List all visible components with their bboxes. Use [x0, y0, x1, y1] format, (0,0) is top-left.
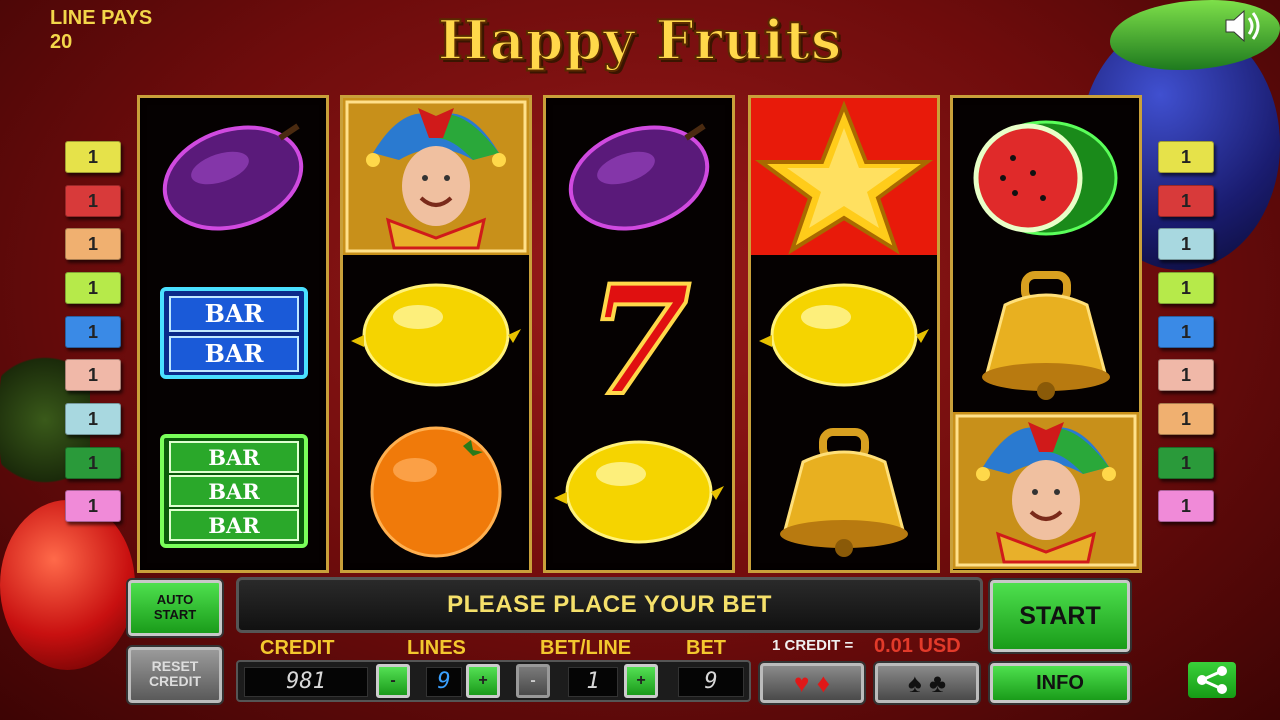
line-indicator-left-6: 1 [65, 359, 121, 391]
status-message: PLEASE PLACE YOUR BET [236, 577, 983, 633]
bar-triple-green-icon: BAR BAR BAR [140, 412, 326, 569]
lines-minus-button[interactable]: - [376, 664, 410, 698]
game-title: Happy Fruits [437, 7, 843, 73]
bar-double-blue-icon: BAR BAR [140, 255, 326, 412]
bet-display: 9 [678, 667, 744, 697]
orange-icon [343, 412, 529, 569]
watermelon-icon [953, 98, 1139, 255]
lines-display: 9 [426, 667, 462, 697]
line-indicator-left-3: 1 [65, 228, 121, 260]
line-indicator-left-8: 1 [65, 447, 121, 479]
line-indicator-left-1: 1 [65, 141, 121, 173]
share-icon[interactable] [1188, 662, 1236, 698]
heart-diamond-icon: ♥ ♦ [794, 668, 830, 698]
line-indicator-right-4: 1 [1158, 272, 1214, 304]
svg-text:7: 7 [587, 255, 691, 412]
bell-icon [751, 412, 937, 569]
betline-minus-button[interactable]: - [516, 664, 550, 698]
speaker-icon[interactable] [1222, 6, 1266, 46]
line-indicator-left-2: 1 [65, 185, 121, 217]
betline-display: 1 [568, 667, 618, 697]
lemon-icon [751, 255, 937, 412]
reel-1: BAR BAR BAR BAR BAR [137, 95, 329, 573]
credit-rate-value: 0.01 USD [874, 635, 961, 657]
jester-icon [343, 98, 529, 255]
line-indicator-right-3: 1 [1158, 228, 1214, 260]
svg-text:BAR: BAR [208, 479, 260, 504]
betline-label: BET/LINE [540, 637, 632, 659]
svg-text:BAR: BAR [205, 339, 265, 368]
line-indicator-right-9: 1 [1158, 490, 1214, 522]
betline-plus-button[interactable]: + [624, 664, 658, 698]
lemon-icon [546, 412, 732, 569]
line-indicator-left-7: 1 [65, 403, 121, 435]
svg-text:BAR: BAR [205, 299, 265, 328]
lemon-icon [343, 255, 529, 412]
star-icon [751, 98, 937, 255]
bell-icon [953, 255, 1139, 412]
line-indicator-left-4: 1 [65, 272, 121, 304]
line-indicator-left-9: 1 [65, 490, 121, 522]
reel-3: 7 [543, 95, 735, 573]
credit-label: CREDIT [260, 637, 335, 659]
cherry-decoration [0, 500, 135, 670]
credit-display: 981 [244, 667, 368, 697]
reel-5 [950, 95, 1142, 573]
auto-start-button[interactable]: AUTO START [128, 580, 222, 636]
line-indicator-right-6: 1 [1158, 359, 1214, 391]
start-button[interactable]: START [990, 580, 1130, 652]
jester-icon [953, 412, 1139, 569]
gamble-red-button[interactable]: ♥ ♦ [760, 663, 864, 703]
reset-credit-label-2: CREDIT [148, 673, 202, 689]
reel-4 [748, 95, 940, 573]
svg-text:BAR: BAR [208, 445, 260, 470]
line-indicator-right-2: 1 [1158, 185, 1214, 217]
lines-label: LINES [407, 637, 466, 659]
bet-label: BET [686, 637, 726, 659]
reel-2 [340, 95, 532, 573]
spade-club-icon: ♠ ♣ [907, 668, 947, 698]
plum-icon [140, 98, 326, 255]
line-indicator-right-5: 1 [1158, 316, 1214, 348]
svg-text:BAR: BAR [208, 513, 260, 538]
lines-plus-button[interactable]: + [466, 664, 500, 698]
line-indicator-right-7: 1 [1158, 403, 1214, 435]
auto-start-label-2: START [153, 607, 197, 622]
seven-icon: 7 [546, 255, 732, 412]
plum-icon [546, 98, 732, 255]
line-indicator-left-5: 1 [65, 316, 121, 348]
info-button[interactable]: INFO [990, 663, 1130, 703]
reset-credit-button[interactable]: RESET CREDIT [128, 647, 222, 703]
line-indicator-right-1: 1 [1158, 141, 1214, 173]
credit-rate-label: 1 CREDIT = [772, 637, 854, 654]
auto-start-label-1: AUTO [156, 592, 194, 607]
reset-credit-label-1: RESET [151, 658, 199, 674]
line-indicator-right-8: 1 [1158, 447, 1214, 479]
gamble-black-button[interactable]: ♠ ♣ [875, 663, 979, 703]
